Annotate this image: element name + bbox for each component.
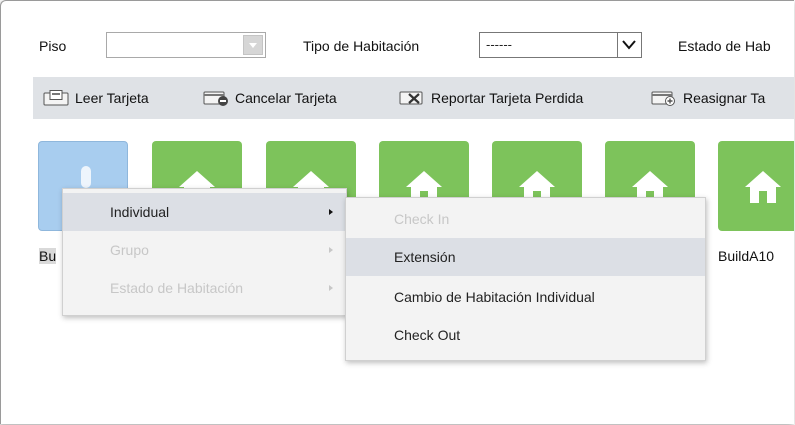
leer-tarjeta-button[interactable]: Leer Tarjeta xyxy=(43,77,149,119)
context-menu: Individual Grupo Estado de Habitación xyxy=(62,188,347,316)
submenu: Check In Extensión Cambio de Habitación … xyxy=(345,197,706,361)
room-status-icon xyxy=(81,166,91,188)
reasignar-tarjeta-button[interactable]: Reasignar Ta xyxy=(651,77,765,119)
menu-item-label: Estado de Habitación xyxy=(110,280,244,296)
submenu-arrow-icon xyxy=(329,285,333,291)
reasignar-tarjeta-label: Reasignar Ta xyxy=(683,90,766,106)
room-tile[interactable] xyxy=(718,141,794,231)
cancelar-tarjeta-label: Cancelar Tarjeta xyxy=(235,90,337,106)
room-management-window: Piso Tipo de Habitación ------ Estado de… xyxy=(0,0,794,424)
piso-dropdown-button[interactable] xyxy=(243,35,263,55)
read-card-icon xyxy=(43,90,69,106)
submenu-item-label: Check Out xyxy=(394,327,461,343)
menu-item-label: Grupo xyxy=(110,242,149,258)
submenu-item-label: Cambio de Habitación Individual xyxy=(394,289,595,305)
submenu-item-cambio-habitacion[interactable]: Cambio de Habitación Individual xyxy=(346,278,705,316)
tipo-habitacion-value: ------ xyxy=(486,37,512,52)
menu-item-grupo[interactable]: Grupo xyxy=(63,231,346,269)
menu-item-individual[interactable]: Individual xyxy=(63,193,346,231)
reportar-tarjeta-perdida-label: Reportar Tarjeta Perdida xyxy=(431,90,584,106)
estado-habitacion-label: Estado de Hab xyxy=(678,38,771,54)
cancel-card-icon xyxy=(203,90,229,106)
submenu-arrow-icon xyxy=(329,247,333,253)
tipo-habitacion-label: Tipo de Habitación xyxy=(303,38,420,54)
leer-tarjeta-label: Leer Tarjeta xyxy=(75,90,149,106)
room-caption: BuildA10 xyxy=(718,248,775,264)
menu-item-label: Individual xyxy=(110,204,170,220)
piso-combobox[interactable] xyxy=(106,32,266,58)
submenu-item-label: Check In xyxy=(394,211,450,227)
submenu-arrow-icon xyxy=(329,209,333,215)
reassign-card-icon xyxy=(651,90,677,106)
submenu-item-check-in[interactable]: Check In xyxy=(346,200,705,238)
room-caption-selected: Bu xyxy=(39,248,57,264)
report-lost-card-icon xyxy=(399,90,425,106)
reportar-tarjeta-perdida-button[interactable]: Reportar Tarjeta Perdida xyxy=(399,77,583,119)
toolbar: Leer Tarjeta Cancelar Tarjeta Reportar T… xyxy=(33,77,794,119)
submenu-item-extension[interactable]: Extensión xyxy=(346,238,705,276)
cancelar-tarjeta-button[interactable]: Cancelar Tarjeta xyxy=(203,77,337,119)
piso-label: Piso xyxy=(39,38,67,54)
submenu-item-check-out[interactable]: Check Out xyxy=(346,316,705,354)
house-icon xyxy=(745,171,781,203)
tipo-habitacion-select[interactable]: ------ xyxy=(479,32,642,58)
menu-item-estado-habitacion[interactable]: Estado de Habitación xyxy=(63,269,346,307)
submenu-item-label: Extensión xyxy=(394,249,456,265)
chevron-down-icon[interactable] xyxy=(617,33,641,57)
